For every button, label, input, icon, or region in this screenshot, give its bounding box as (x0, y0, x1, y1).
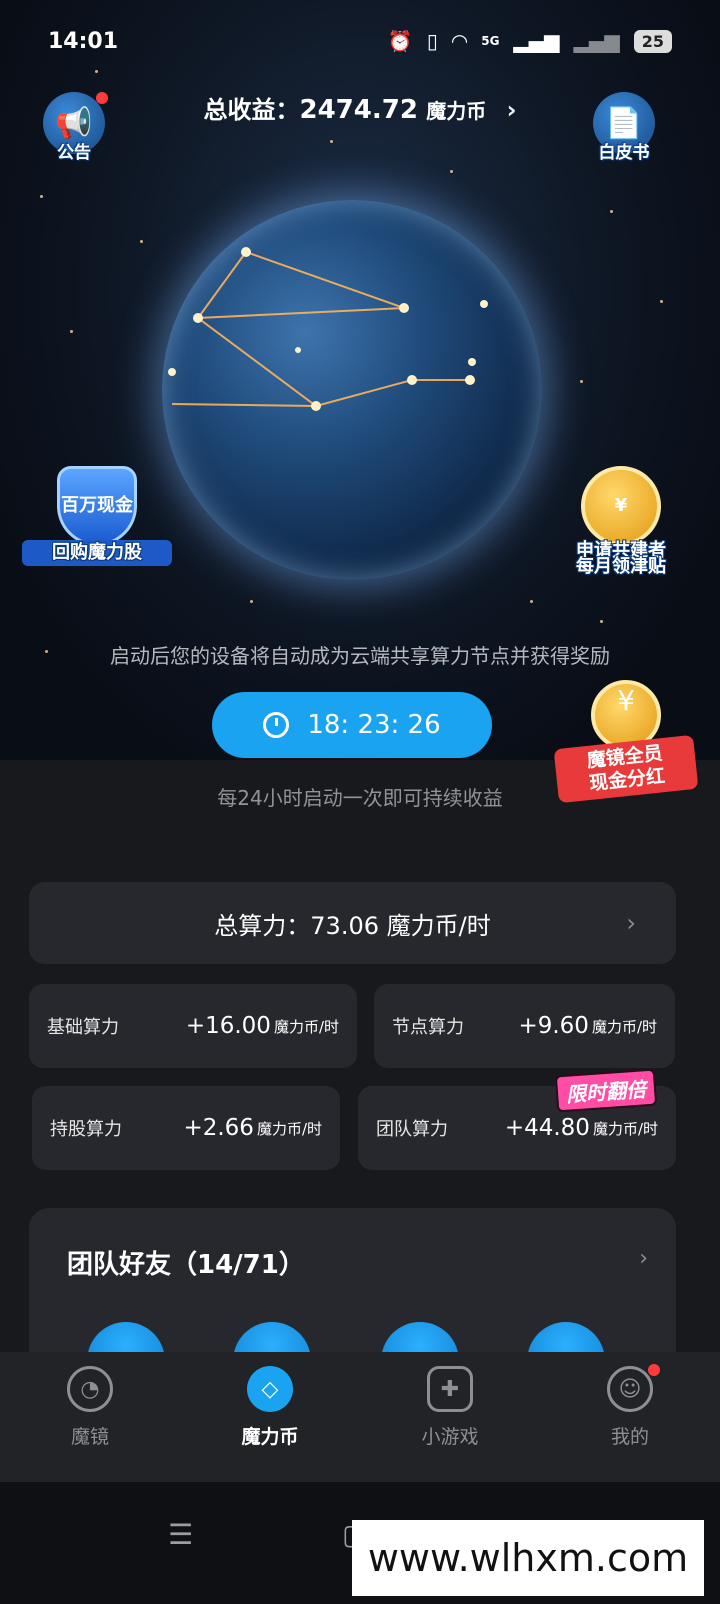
nav-item-coin[interactable]: ◇ 魔力币 (180, 1352, 360, 1482)
power-card-unit: 魔力币/时 (591, 1017, 657, 1036)
power-card-value: +2.66 (183, 1115, 254, 1141)
globe-graphic (162, 200, 542, 580)
power-card-node[interactable]: 节点算力 +9.60 魔力币/时 (374, 984, 675, 1068)
status-bar: 14:01 ⏰ ▯ ◠ 5G ▂▄▆ ▂▄▆ 25 (0, 0, 720, 82)
menu-icon[interactable]: ☰ (168, 1518, 193, 1551)
notification-dot (648, 1364, 660, 1376)
gamepad-icon: ✚ (427, 1366, 473, 1412)
coin-diamond-icon: ◇ (247, 1366, 293, 1412)
chevron-right-icon: › (506, 96, 517, 124)
cobuilder-caption-2: 每月领津贴 (576, 555, 666, 577)
whitepaper-button[interactable]: 📄 白皮书 (584, 92, 664, 174)
buyback-caption: 回购魔力股 (22, 540, 172, 566)
shield-icon: 百万现金 (57, 466, 137, 546)
earnings-label: 总收益： (203, 96, 300, 124)
announcement-label: 公告 (57, 143, 91, 163)
nav-item-mirror[interactable]: ◔ 魔镜 (0, 1352, 180, 1482)
promo-caption: 魔镜全员 现金分红 (553, 734, 699, 803)
status-time: 14:01 (48, 28, 119, 54)
status-icons: ⏰ ▯ ◠ 5G ▂▄▆ ▂▄▆ 25 (388, 29, 672, 53)
whitepaper-label: 白皮书 (598, 143, 650, 163)
timer-button[interactable]: 18: 23: 26 (212, 692, 492, 758)
alarm-icon: ⏰ (387, 29, 413, 53)
cobuilder-badge[interactable]: ¥ 申请共建者 每月领津贴 (546, 466, 696, 577)
nav-label: 魔镜 (70, 1426, 109, 1448)
network-label: 5G (481, 34, 500, 48)
chevron-right-icon: › (639, 1246, 648, 1271)
power-card-value: +44.80 (504, 1115, 590, 1141)
vibrate-icon: ▯ (426, 29, 438, 53)
power-card-name: 基础算力 (47, 1017, 119, 1038)
nav-item-profile[interactable]: ☺ 我的 (540, 1352, 720, 1482)
team-title: 团队好友（14/71） (67, 1250, 305, 1280)
node-hint-text: 启动后您的设备将自动成为云端共享算力节点并获得奖励 (110, 644, 610, 668)
globe-network-lines (168, 247, 488, 411)
power-card-value: +16.00 (185, 1013, 271, 1039)
earnings-unit: 魔力币 (426, 99, 487, 123)
power-card-name: 节点算力 (392, 1017, 464, 1038)
yuan-coin-icon: ¥ (581, 466, 661, 546)
timer-value: 18: 23: 26 (307, 710, 441, 740)
battery-icon: 25 (633, 29, 672, 53)
mirror-face-icon: ◔ (67, 1366, 113, 1412)
power-card-name: 团队算力 (376, 1119, 448, 1140)
power-card-stake[interactable]: 持股算力 +2.66 魔力币/时 (32, 1086, 340, 1170)
dividend-promo[interactable]: ¥ 魔镜全员 现金分红 (553, 680, 699, 810)
nav-label: 我的 (610, 1426, 649, 1448)
power-card-unit: 魔力币/时 (273, 1017, 339, 1036)
total-power-card[interactable]: 总算力：73.06 魔力币/时 › (29, 882, 676, 964)
power-card-unit: 魔力币/时 (592, 1119, 658, 1138)
signal-icon-2: ▂▄▆ (573, 29, 620, 53)
power-card-name: 持股算力 (50, 1119, 122, 1140)
stopwatch-icon (263, 712, 290, 738)
chevron-right-icon: › (626, 909, 636, 937)
wifi-icon: ◠ (451, 29, 468, 53)
profile-icon: ☺ (607, 1366, 653, 1412)
buyback-badge[interactable]: 百万现金 回购魔力股 (22, 466, 172, 566)
nav-label: 魔力币 (241, 1426, 299, 1448)
power-card-unit: 魔力币/时 (256, 1119, 322, 1138)
total-power-label: 总算力：73.06 魔力币/时 (214, 911, 491, 940)
nav-item-games[interactable]: ✚ 小游戏 (360, 1352, 540, 1482)
signal-icon: ▂▄▆ (513, 29, 560, 53)
watermark: www.wlhxm.com (352, 1520, 704, 1596)
nav-label: 小游戏 (421, 1426, 479, 1448)
power-card-basic[interactable]: 基础算力 +16.00 魔力币/时 (29, 984, 357, 1068)
earnings-amount: 2474.72 (299, 95, 418, 125)
power-card-value: +9.60 (518, 1013, 589, 1039)
limited-double-tag: 限时翻倍 (554, 1068, 658, 1113)
bottom-nav: ◔ 魔镜 ◇ 魔力币 ✚ 小游戏 ☺ 我的 (0, 1352, 720, 1482)
